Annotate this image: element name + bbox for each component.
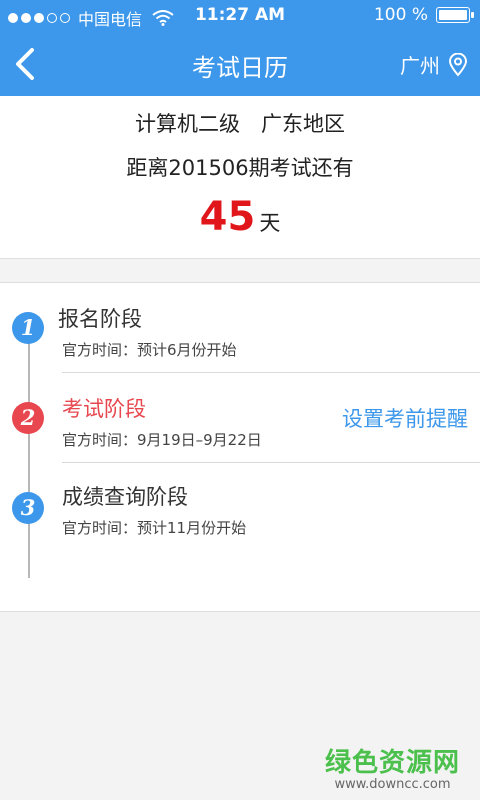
stage-title: 成绩查询阶段	[62, 485, 188, 509]
countdown-label: 距离201506期考试还有	[126, 156, 354, 180]
set-reminder-button[interactable]: 设置考前提醒	[342, 403, 468, 433]
exam-title: 计算机二级 广东地区	[135, 112, 345, 136]
stage-title: 考试阶段	[62, 397, 146, 421]
countdown-unit: 天	[259, 211, 281, 235]
stage-title: 报名阶段	[58, 307, 142, 331]
stage-time: 官方时间：预计6月份开始	[62, 341, 237, 359]
header: 中国电信 11:27 AM 100 % 考试日历 广州	[0, 0, 480, 96]
stage-number-badge: 1	[12, 312, 44, 344]
countdown: 45 天	[0, 194, 480, 240]
status-right: 100 %	[373, 5, 474, 25]
stage-number-badge: 3	[12, 492, 44, 524]
nav-bar: 考试日历 广州	[0, 32, 480, 96]
exam-summary: 计算机二级 广东地区 距离201506期考试还有 45 天	[0, 96, 480, 259]
stage-registration: 1 报名阶段 官方时间：预计6月份开始	[0, 283, 480, 373]
stage-timeline: 1 报名阶段 官方时间：预计6月份开始 2 考试阶段 官方时间：9月19日–9月…	[0, 282, 480, 612]
battery-percent: 100 %	[373, 5, 428, 25]
watermark-url: www.downcc.com	[334, 777, 451, 792]
countdown-days: 45	[199, 194, 256, 240]
stage-results: 3 成绩查询阶段 官方时间：预计11月份开始	[0, 463, 480, 553]
city-selector[interactable]: 广州	[400, 50, 468, 79]
stage-time: 官方时间：预计11月份开始	[62, 519, 247, 537]
status-bar: 中国电信 11:27 AM 100 %	[0, 0, 480, 32]
watermark-name: 绿色资源网	[324, 748, 460, 778]
city-label: 广州	[400, 54, 440, 78]
stage-time: 官方时间：9月19日–9月22日	[62, 431, 262, 449]
watermark: 绿色资源网 www.downcc.com	[325, 742, 460, 792]
location-pin-icon	[448, 52, 468, 77]
stage-number-badge: 2	[12, 402, 44, 434]
battery-icon	[436, 7, 474, 23]
